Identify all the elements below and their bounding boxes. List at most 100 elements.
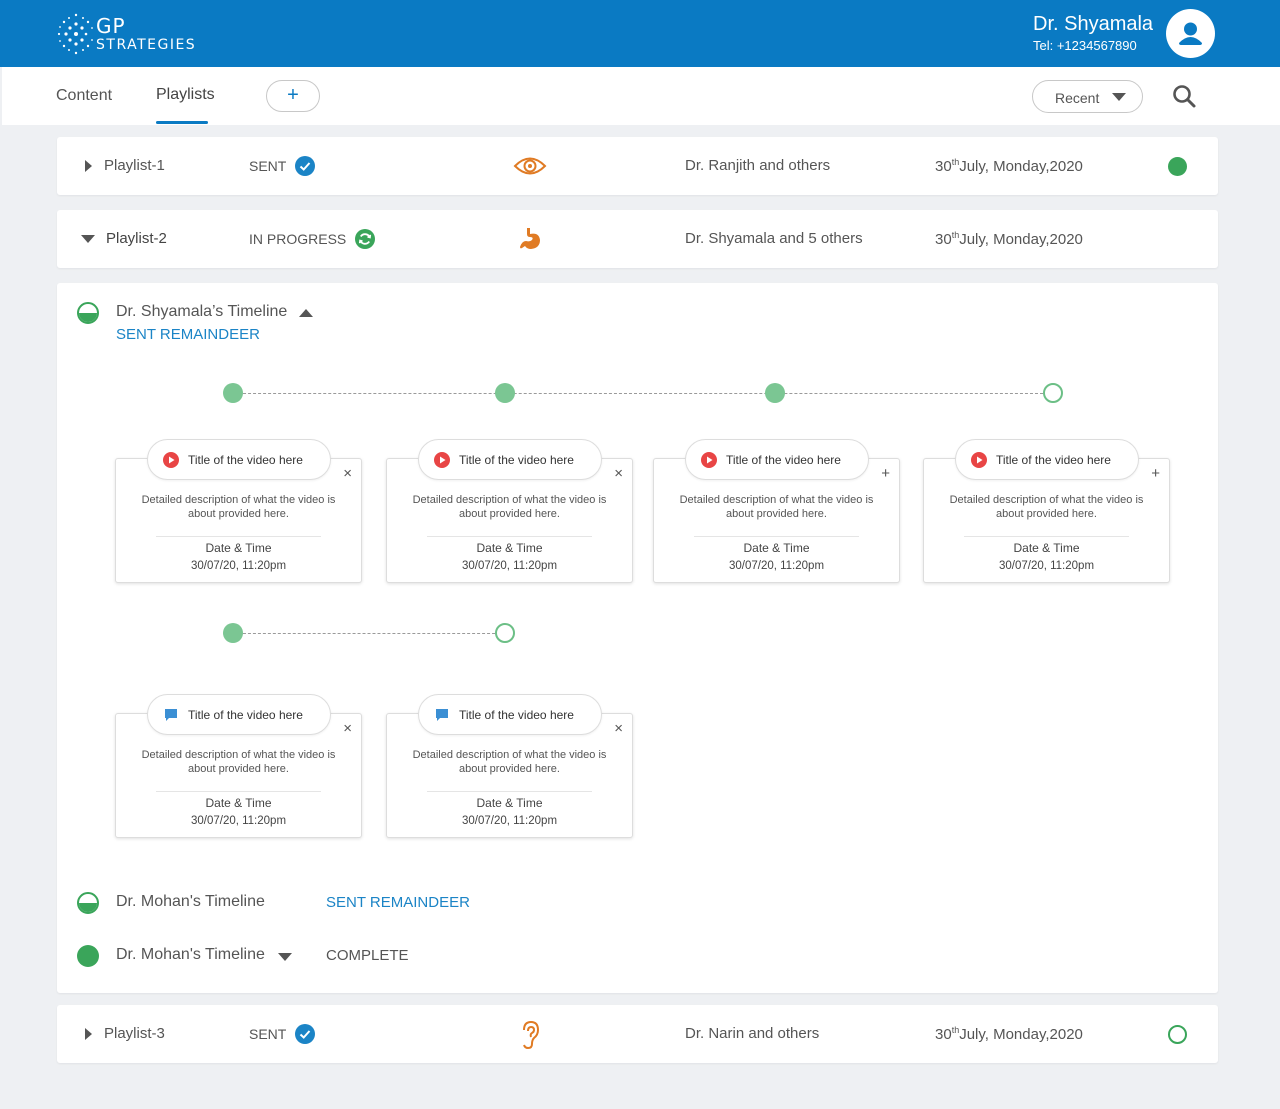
date-rest: July, Monday,2020 — [959, 231, 1083, 248]
video-title-pill[interactable]: Title of the video here — [147, 439, 331, 480]
divider — [156, 536, 321, 537]
sent-reminder-link[interactable]: SENT REMAINDEER — [116, 326, 260, 343]
remove-button[interactable]: × — [614, 465, 623, 482]
video-description: Detailed description of what the video i… — [412, 749, 607, 775]
chat-icon — [165, 709, 177, 721]
video-title: Title of the video here — [996, 453, 1111, 467]
video-title-pill[interactable]: Title of the video here — [418, 439, 602, 480]
divider — [427, 791, 592, 792]
date-day: 30 — [935, 1026, 952, 1043]
timeline-node-complete[interactable] — [765, 383, 785, 403]
check-circle-icon — [295, 156, 315, 176]
chat-icon — [436, 709, 448, 721]
user-icon — [1179, 22, 1202, 45]
gp-strategies-logo[interactable]: GP STRATEGIES — [56, 10, 226, 60]
date-rest: July, Monday,2020 — [959, 1026, 1083, 1043]
date-time-value: 30/07/20, 11:20pm — [998, 560, 1095, 572]
chevron-down-icon[interactable] — [278, 953, 292, 961]
date-time-value: 30/07/20, 11:20pm — [461, 815, 558, 827]
video-description: Detailed description of what the video i… — [679, 494, 874, 520]
video-title: Title of the video here — [726, 453, 841, 467]
date-time-label: Date & Time — [205, 541, 272, 555]
tab-content[interactable]: Content — [56, 87, 112, 105]
playlist-2-detail-panel: Dr. Shyamala’s Timeline SENT REMAINDEER … — [57, 283, 1218, 993]
date-rest: July, Monday,2020 — [959, 158, 1083, 175]
partial-progress-icon — [77, 892, 99, 914]
expand-arrow-icon[interactable] — [85, 160, 92, 172]
play-icon — [971, 452, 987, 468]
playlist-status: IN PROGRESS — [249, 231, 347, 247]
eye-icon — [513, 157, 547, 175]
toolbar: Content Playlists + Recent — [2, 67, 1280, 125]
divider — [964, 536, 1129, 537]
video-title-pill[interactable]: Title of the video here — [685, 439, 869, 480]
date-time-value: 30/07/20, 11:20pm — [190, 560, 287, 572]
collapse-arrow-icon[interactable] — [81, 235, 95, 243]
sort-dropdown-label: Recent — [1055, 90, 1100, 106]
chevron-down-icon — [1112, 93, 1126, 101]
timeline-node-complete[interactable] — [223, 383, 243, 403]
date-time-label: Date & Time — [1013, 541, 1080, 555]
video-title: Title of the video here — [188, 708, 303, 722]
sent-reminder-link[interactable]: SENT REMAINDEER — [326, 894, 470, 911]
add-playlist-button[interactable]: + — [266, 80, 320, 112]
add-button[interactable]: + — [881, 465, 890, 482]
user-name: Dr. Shyamala — [1033, 13, 1154, 35]
playlist-recipients: Dr. Ranjith and others — [685, 157, 831, 174]
divider — [427, 536, 592, 537]
video-title: Title of the video here — [459, 453, 574, 467]
video-description: Detailed description of what the video i… — [412, 494, 607, 520]
timeline-node-complete[interactable] — [223, 623, 243, 643]
timeline-track — [233, 633, 505, 634]
date-time-label: Date & Time — [743, 541, 810, 555]
sync-icon — [355, 229, 375, 249]
timeline-title[interactable]: Dr. Mohan's Timeline — [116, 946, 265, 964]
timeline-title[interactable]: Dr. Mohan's Timeline — [116, 893, 265, 911]
sort-dropdown[interactable]: Recent — [1032, 80, 1143, 113]
playlist-date: 30thJuly, Monday,2020 — [935, 230, 1083, 248]
divider — [156, 791, 321, 792]
play-icon — [701, 452, 717, 468]
expand-arrow-icon[interactable] — [85, 1028, 92, 1040]
playlist-name: Playlist-2 — [106, 230, 167, 247]
logo-burst-icon — [57, 13, 93, 55]
date-time-label: Date & Time — [476, 541, 543, 555]
status-dot-filled — [1168, 157, 1187, 176]
timeline-node-pending[interactable] — [495, 623, 515, 643]
remove-button[interactable]: × — [614, 720, 623, 737]
video-title-pill[interactable]: Title of the video here — [955, 439, 1139, 480]
playlist-row[interactable]: Playlist-3 SENT Dr. Narin and others 30t… — [57, 1005, 1218, 1063]
status-complete: COMPLETE — [326, 947, 409, 964]
timeline-track — [233, 393, 1043, 394]
video-title-pill[interactable]: Title of the video here — [147, 694, 331, 735]
date-day: 30 — [935, 231, 952, 248]
playlist-row[interactable]: Playlist-2 IN PROGRESS Dr. Shyamala and … — [57, 210, 1218, 268]
logo-line2: STRATEGIES — [96, 37, 197, 53]
playlist-name: Playlist-1 — [104, 157, 165, 174]
partial-progress-icon — [77, 302, 99, 324]
timeline-title[interactable]: Dr. Shyamala’s Timeline — [116, 303, 287, 321]
search-icon[interactable] — [1172, 84, 1198, 110]
divider — [694, 536, 859, 537]
playlist-recipients: Dr. Narin and others — [685, 1025, 820, 1042]
timeline-node-complete[interactable] — [495, 383, 515, 403]
remove-button[interactable]: × — [343, 720, 352, 737]
chevron-up-icon[interactable] — [299, 309, 313, 317]
video-description: Detailed description of what the video i… — [141, 494, 336, 520]
date-time-label: Date & Time — [205, 796, 272, 810]
timeline-node-pending[interactable] — [1043, 383, 1063, 403]
user-phone: Tel: +1234567890 — [1033, 38, 1137, 53]
playlist-recipients: Dr. Shyamala and 5 others — [685, 230, 863, 247]
user-info: Dr. Shyamala Tel: +1234567890 — [1033, 13, 1153, 53]
remove-button[interactable]: × — [343, 465, 352, 482]
playlist-status: SENT — [249, 1026, 287, 1042]
playlist-name: Playlist-3 — [104, 1025, 165, 1042]
tab-playlists[interactable]: Playlists — [156, 86, 215, 104]
add-button[interactable]: + — [1151, 465, 1160, 482]
playlist-status: SENT — [249, 158, 287, 174]
video-title-pill[interactable]: Title of the video here — [418, 694, 602, 735]
avatar[interactable] — [1166, 9, 1215, 58]
video-title: Title of the video here — [459, 708, 574, 722]
stomach-icon — [520, 228, 540, 249]
playlist-row[interactable]: Playlist-1 SENT Dr. Ranjith and others 3… — [57, 137, 1218, 195]
